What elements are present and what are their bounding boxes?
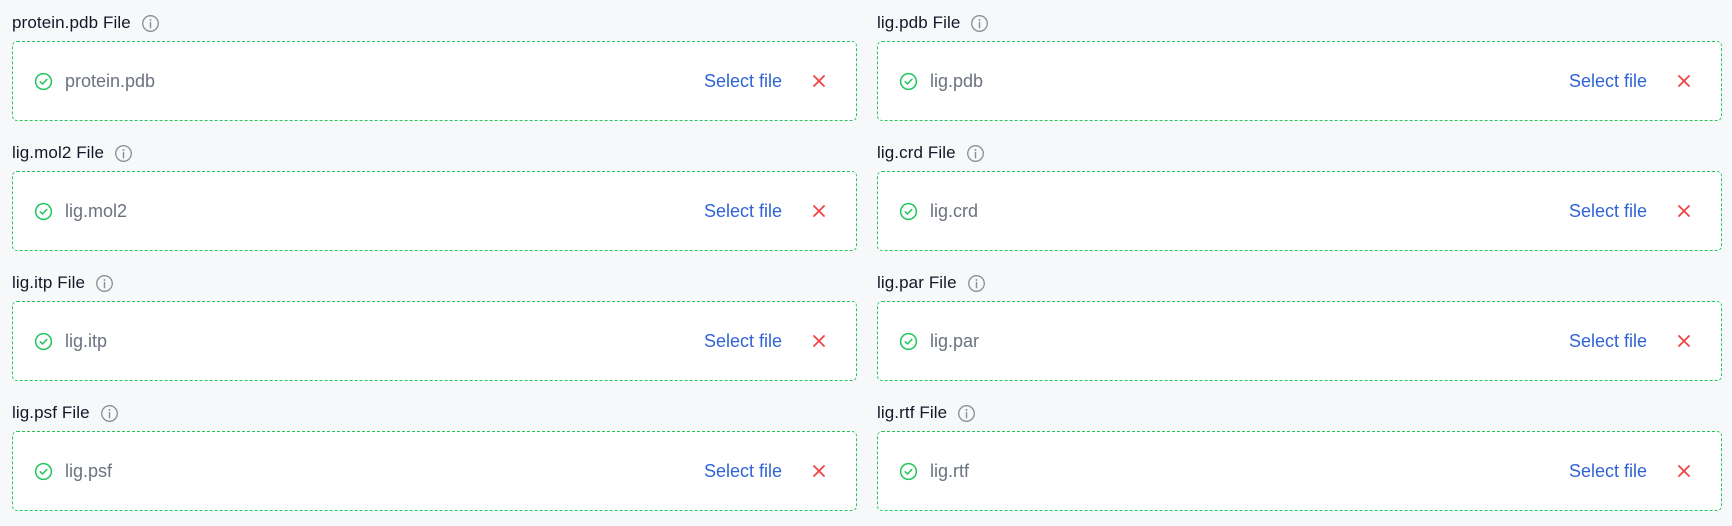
selected-filename: protein.pdb: [65, 70, 156, 91]
field-label-row: lig.pdb File: [877, 10, 1722, 36]
remove-file-button[interactable]: [1669, 326, 1699, 356]
field-label: lig.rtf File: [877, 403, 948, 422]
selected-filename: lig.par: [930, 330, 980, 351]
remove-file-button[interactable]: [804, 326, 834, 356]
info-icon[interactable]: [967, 274, 986, 293]
select-file-button[interactable]: Select file: [698, 67, 788, 96]
remove-file-button[interactable]: [804, 456, 834, 486]
selected-filename: lig.pdb: [930, 70, 984, 91]
check-circle-icon: [34, 72, 53, 91]
file-dropzone[interactable]: lig.par Select file: [877, 301, 1722, 381]
selected-filename: lig.crd: [930, 200, 979, 221]
close-icon: [1678, 205, 1690, 217]
file-dropzone[interactable]: lig.rtf Select file: [877, 431, 1722, 511]
file-dropzone[interactable]: lig.crd Select file: [877, 171, 1722, 251]
field-label: lig.crd File: [877, 143, 956, 162]
field-label-row: lig.psf File: [12, 400, 857, 426]
select-file-button[interactable]: Select file: [698, 327, 788, 356]
check-circle-icon: [899, 202, 918, 221]
info-icon[interactable]: [95, 274, 114, 293]
file-field: lig.psf File lig.psf Select file: [12, 400, 857, 511]
field-label-row: lig.mol2 File: [12, 140, 857, 166]
remove-file-button[interactable]: [804, 196, 834, 226]
field-label-row: lig.itp File: [12, 270, 857, 296]
file-field: lig.rtf File lig.rtf Select file: [877, 400, 1722, 511]
close-icon: [813, 465, 825, 477]
info-icon[interactable]: [100, 404, 119, 423]
select-file-button[interactable]: Select file: [1563, 67, 1653, 96]
check-circle-icon: [34, 332, 53, 351]
close-icon: [813, 75, 825, 87]
selected-filename: lig.itp: [65, 330, 108, 351]
info-icon[interactable]: [966, 144, 985, 163]
close-icon: [1678, 75, 1690, 87]
remove-file-button[interactable]: [1669, 66, 1699, 96]
field-label: lig.par File: [877, 273, 957, 292]
info-icon[interactable]: [970, 14, 989, 33]
select-file-button[interactable]: Select file: [698, 457, 788, 486]
check-circle-icon: [899, 72, 918, 91]
file-field: lig.pdb File lig.pdb Select file: [877, 10, 1722, 121]
check-circle-icon: [899, 462, 918, 481]
close-icon: [813, 335, 825, 347]
file-field: lig.par File lig.par Select file: [877, 270, 1722, 381]
selected-filename: lig.psf: [65, 460, 113, 481]
select-file-button[interactable]: Select file: [1563, 327, 1653, 356]
selected-filename: lig.mol2: [65, 200, 128, 221]
field-label-row: protein.pdb File: [12, 10, 857, 36]
field-label-row: lig.crd File: [877, 140, 1722, 166]
remove-file-button[interactable]: [804, 66, 834, 96]
file-field: protein.pdb File protein.pdb Select file: [12, 10, 857, 121]
info-icon[interactable]: [141, 14, 160, 33]
field-label-row: lig.par File: [877, 270, 1722, 296]
file-dropzone[interactable]: lig.itp Select file: [12, 301, 857, 381]
file-dropzone[interactable]: lig.psf Select file: [12, 431, 857, 511]
info-icon[interactable]: [114, 144, 133, 163]
file-dropzone[interactable]: lig.mol2 Select file: [12, 171, 857, 251]
close-icon: [813, 205, 825, 217]
field-label: protein.pdb File: [12, 13, 131, 32]
field-label: lig.mol2 File: [12, 143, 104, 162]
check-circle-icon: [899, 332, 918, 351]
select-file-button[interactable]: Select file: [698, 197, 788, 226]
field-label: lig.itp File: [12, 273, 86, 292]
selected-filename: lig.rtf: [930, 460, 970, 481]
file-dropzone[interactable]: lig.pdb Select file: [877, 41, 1722, 121]
select-file-button[interactable]: Select file: [1563, 457, 1653, 486]
select-file-button[interactable]: Select file: [1563, 197, 1653, 226]
file-field: lig.crd File lig.crd Select file: [877, 140, 1722, 251]
field-label: lig.psf File: [12, 403, 90, 422]
field-label-row: lig.rtf File: [877, 400, 1722, 426]
file-upload-grid: protein.pdb File protein.pdb Select file: [12, 10, 1722, 511]
field-label: lig.pdb File: [877, 13, 961, 32]
file-field: lig.mol2 File lig.mol2 Select file: [12, 140, 857, 251]
file-dropzone[interactable]: protein.pdb Select file: [12, 41, 857, 121]
info-icon[interactable]: [957, 404, 976, 423]
remove-file-button[interactable]: [1669, 196, 1699, 226]
check-circle-icon: [34, 202, 53, 221]
check-circle-icon: [34, 462, 53, 481]
file-field: lig.itp File lig.itp Select file: [12, 270, 857, 381]
close-icon: [1678, 335, 1690, 347]
close-icon: [1678, 465, 1690, 477]
remove-file-button[interactable]: [1669, 456, 1699, 486]
